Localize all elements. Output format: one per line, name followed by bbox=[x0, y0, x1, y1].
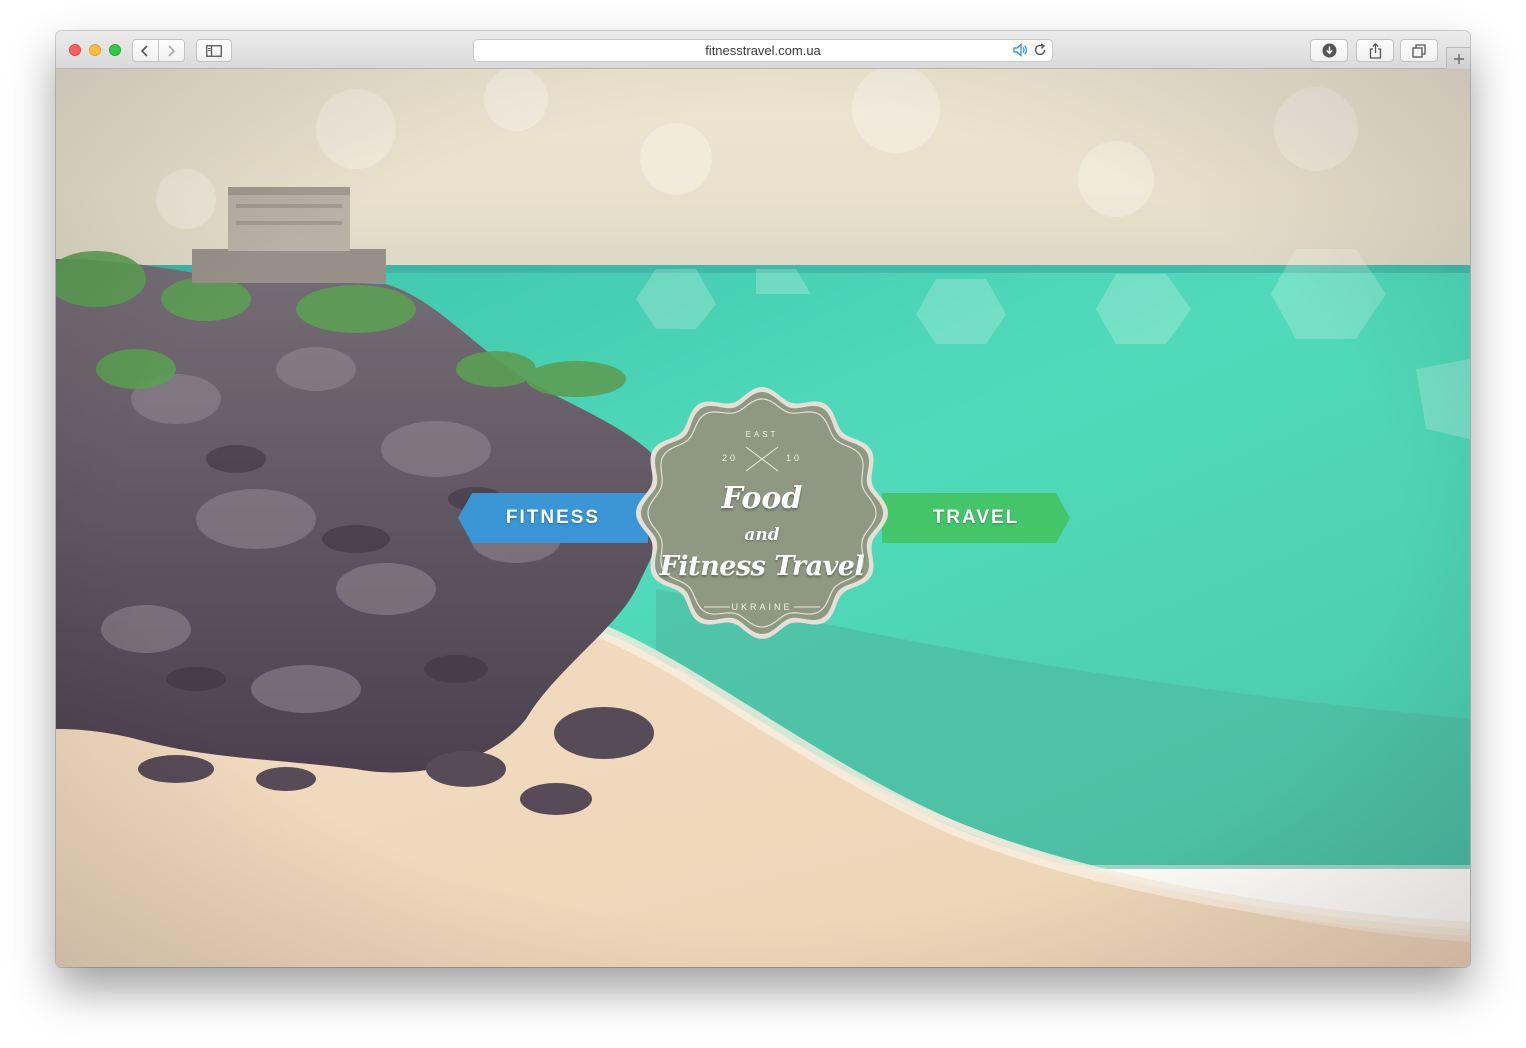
forward-button[interactable] bbox=[158, 39, 185, 62]
sidebar-icon bbox=[206, 44, 222, 57]
close-window-button[interactable] bbox=[69, 44, 81, 56]
badge-year-right: 10 bbox=[786, 453, 803, 463]
share-button[interactable] bbox=[1356, 39, 1394, 62]
chevron-left-icon bbox=[141, 44, 148, 57]
download-icon bbox=[1322, 43, 1336, 58]
show-tabs-button[interactable] bbox=[1400, 39, 1438, 62]
reload-icon[interactable] bbox=[1033, 43, 1047, 57]
back-button[interactable] bbox=[132, 39, 159, 62]
plus-icon bbox=[1453, 53, 1464, 64]
badge-east: EAST bbox=[745, 430, 779, 439]
address-bar[interactable]: fitnesstravel.com.ua bbox=[473, 39, 1053, 62]
travel-ribbon-label: TRAVEL bbox=[932, 507, 1020, 528]
url-text: fitnesstravel.com.ua bbox=[705, 43, 821, 58]
tabs-icon bbox=[1412, 43, 1426, 58]
browser-toolbar: fitnesstravel.com.ua bbox=[56, 31, 1470, 69]
new-tab-button[interactable] bbox=[1446, 47, 1470, 69]
minimize-window-button[interactable] bbox=[89, 44, 101, 56]
fitness-ribbon-button[interactable]: FITNESS bbox=[458, 493, 648, 543]
downloads-button[interactable] bbox=[1310, 39, 1348, 62]
navigation-buttons bbox=[132, 39, 185, 62]
browser-window: fitnesstravel.com.ua FITNESS TRAVEL EAST… bbox=[56, 31, 1470, 967]
site-logo-badge[interactable]: EAST 20 10 Food and Fitness Travel UKRAI… bbox=[634, 385, 890, 641]
zoom-window-button[interactable] bbox=[109, 44, 121, 56]
sidebar-button[interactable] bbox=[196, 39, 232, 62]
badge-food: Food bbox=[721, 481, 803, 516]
page-content: FITNESS TRAVEL EAST 20 10 Food and Fitne… bbox=[56, 69, 1470, 967]
chevron-right-icon bbox=[168, 44, 176, 57]
badge-and: and bbox=[744, 525, 780, 545]
speaker-icon[interactable] bbox=[1013, 43, 1028, 57]
badge-year-left: 20 bbox=[722, 453, 739, 463]
badge-fitness-travel: Fitness Travel bbox=[659, 551, 865, 582]
fitness-ribbon-label: FITNESS bbox=[505, 507, 601, 528]
badge-ukraine: UKRAINE bbox=[731, 602, 793, 612]
share-icon bbox=[1369, 42, 1381, 59]
badge-text: EAST 20 10 Food and Fitness Travel UKRAI… bbox=[634, 385, 890, 641]
travel-ribbon-button[interactable]: TRAVEL bbox=[882, 493, 1070, 543]
